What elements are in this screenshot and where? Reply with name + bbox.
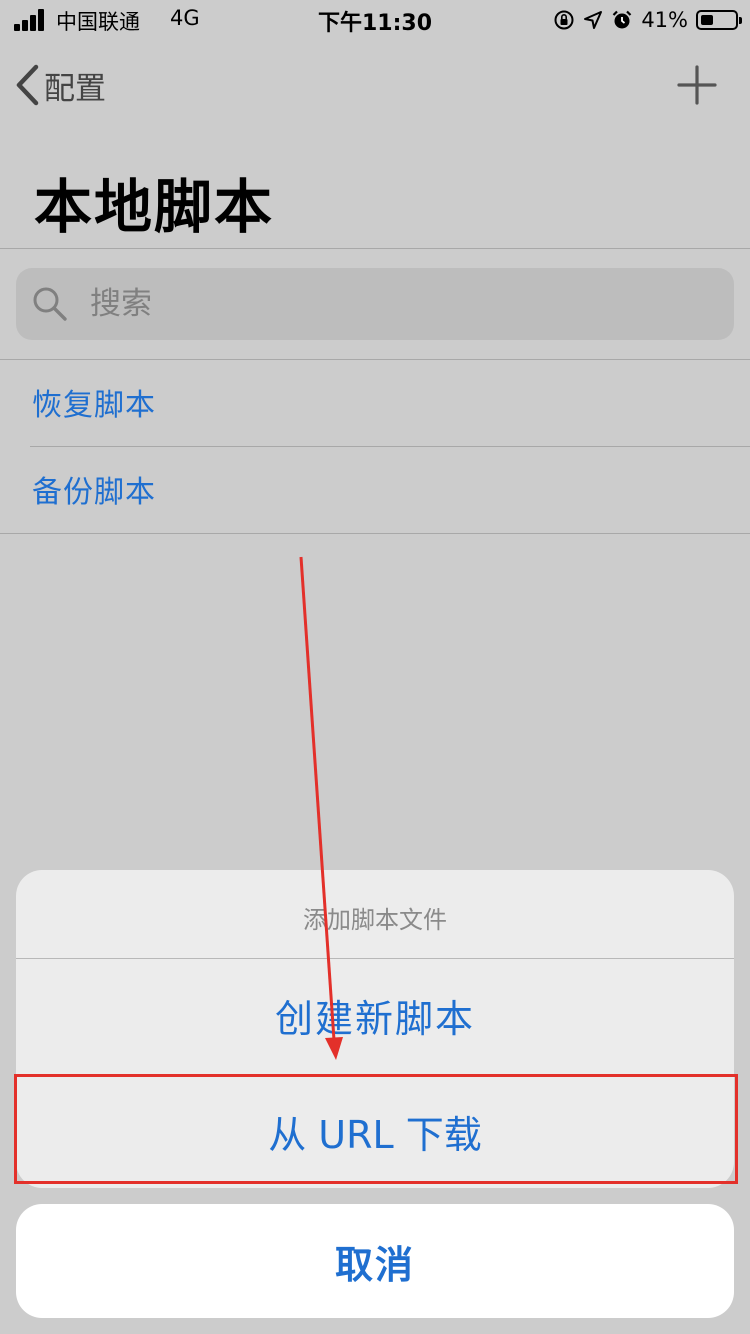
annotation-arrow xyxy=(299,556,343,1060)
